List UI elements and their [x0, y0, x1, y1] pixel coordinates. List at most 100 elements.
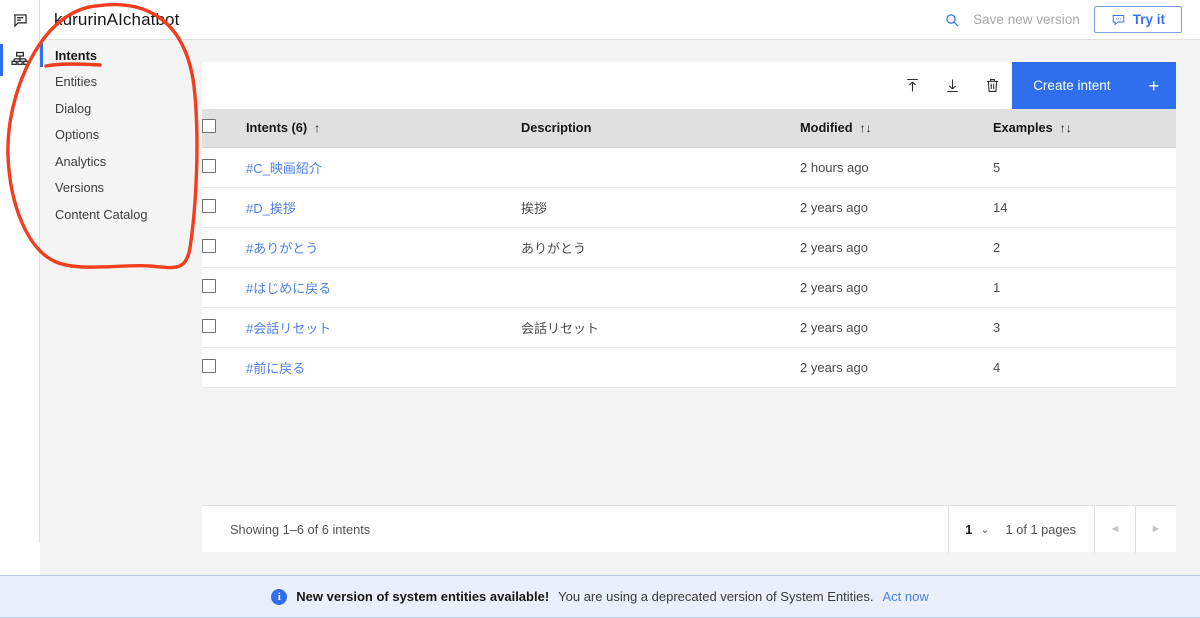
sort-icon-both: ↑↓ — [1059, 120, 1072, 135]
try-it-label: Try it — [1132, 12, 1165, 27]
sidebar-item-dialog[interactable]: Dialog — [40, 95, 185, 122]
rail-item-skill[interactable] — [0, 40, 40, 80]
cell-modified: 2 years ago — [800, 267, 993, 308]
delete-icon[interactable] — [972, 62, 1012, 109]
cell-intent-name[interactable]: #会話リセット — [246, 307, 521, 348]
rail-item-assistant[interactable] — [0, 0, 40, 40]
table-row[interactable]: #C_映画紹介 2 hours ago 5 — [202, 147, 1176, 188]
cell-intent-name[interactable]: #ありがとう — [246, 227, 521, 268]
table-header-row: Intents (6) ↑ Description Modified ↑↓ Ex… — [202, 109, 1176, 148]
cell-intent-name[interactable]: #前に戻る — [246, 347, 521, 388]
pagination-controls: 1 ⌄ 1 of 1 pages ◄ ► — [948, 505, 1176, 553]
row-select-cell[interactable] — [202, 307, 246, 348]
cell-description: ありがとう — [521, 227, 800, 268]
next-page-button[interactable]: ► — [1135, 505, 1176, 553]
top-header-bar: kururinAIchatbot Save new version Try it — [40, 0, 1200, 40]
row-checkbox[interactable] — [202, 158, 216, 173]
download-icon[interactable] — [932, 62, 972, 109]
select-all-checkbox[interactable] — [202, 119, 216, 134]
column-label: Intents (6) — [246, 120, 308, 136]
plus-icon: + — [1148, 75, 1159, 96]
intent-link[interactable]: #D_挨拶 — [246, 201, 296, 216]
page-count-label: 1 of 1 pages — [1005, 521, 1076, 537]
row-select-cell[interactable] — [202, 187, 246, 228]
cell-examples: 5 — [993, 147, 1176, 188]
sidebar-item-label: Entities — [55, 74, 97, 90]
sidebar-item-label: Content Catalog — [55, 206, 148, 222]
sidebar-item-intents[interactable]: Intents — [40, 42, 185, 69]
table-row[interactable]: #前に戻る 2 years ago 4 — [202, 347, 1176, 388]
table-row[interactable]: #会話リセット 会話リセット 2 years ago 3 — [202, 307, 1176, 348]
table-row[interactable]: #はじめに戻る 2 years ago 1 — [202, 267, 1176, 308]
try-it-button[interactable]: Try it — [1093, 6, 1182, 33]
table-row[interactable]: #D_挨拶 挨拶 2 years ago 14 — [202, 187, 1176, 228]
sidebar-item-label: Analytics — [55, 153, 107, 169]
intent-link[interactable]: #会話リセット — [246, 321, 331, 336]
skill-tree-icon — [10, 50, 30, 70]
row-select-cell[interactable] — [202, 347, 246, 388]
act-now-link[interactable]: Act now — [882, 589, 928, 604]
sidebar-item-entities[interactable]: Entities — [40, 69, 185, 96]
table-toolbar: Create intent + — [202, 62, 1176, 109]
cell-examples: 1 — [993, 267, 1176, 308]
page-title: kururinAIchatbot — [54, 9, 180, 29]
assistant-chat-icon — [11, 11, 30, 30]
main-content: Create intent + Intents (6) ↑ Descriptio… — [185, 40, 1200, 575]
row-checkbox[interactable] — [202, 278, 216, 293]
select-all-header[interactable] — [202, 109, 246, 148]
page-size-select[interactable]: 1 ⌄ — [948, 505, 1003, 553]
cell-modified: 2 years ago — [800, 187, 993, 228]
row-checkbox[interactable] — [202, 358, 216, 373]
column-header-description[interactable]: Description — [521, 109, 800, 148]
table-head: Intents (6) ↑ Description Modified ↑↓ Ex… — [202, 109, 1176, 148]
cell-examples: 3 — [993, 307, 1176, 348]
search-icon[interactable] — [939, 12, 965, 28]
left-icon-rail — [0, 0, 40, 575]
sidebar-item-options[interactable]: Options — [40, 122, 185, 149]
table-row[interactable]: #ありがとう ありがとう 2 years ago 2 — [202, 227, 1176, 268]
cell-intent-name[interactable]: #はじめに戻る — [246, 267, 521, 308]
page-size-value: 1 — [965, 521, 973, 537]
save-new-version-button[interactable]: Save new version — [965, 12, 1094, 27]
sidebar-item-label: Dialog — [55, 100, 92, 116]
column-header-examples[interactable]: Examples ↑↓ — [993, 109, 1176, 148]
row-select-cell[interactable] — [202, 147, 246, 188]
intents-table-card: Create intent + Intents (6) ↑ Descriptio… — [202, 62, 1176, 388]
sidebar-item-analytics[interactable]: Analytics — [40, 148, 185, 175]
chevron-down-icon: ⌄ — [980, 523, 990, 536]
column-header-modified[interactable]: Modified ↑↓ — [800, 109, 993, 148]
create-intent-label: Create intent — [1033, 78, 1111, 93]
intent-link[interactable]: #前に戻る — [246, 361, 305, 376]
sort-icon-ascending: ↑ — [314, 120, 321, 135]
application-window: kururinAIchatbot Save new version Try it… — [0, 0, 1200, 618]
row-select-cell[interactable] — [202, 267, 246, 308]
intents-table: Intents (6) ↑ Description Modified ↑↓ Ex… — [202, 109, 1176, 388]
header-actions: Save new version Try it — [939, 0, 1200, 40]
cell-intent-name[interactable]: #C_映画紹介 — [246, 147, 521, 188]
row-checkbox[interactable] — [202, 318, 216, 333]
cell-description: 会話リセット — [521, 307, 800, 348]
column-label: Examples — [993, 120, 1053, 136]
intent-link[interactable]: #はじめに戻る — [246, 281, 331, 296]
upload-icon[interactable] — [892, 62, 932, 109]
notification-title: New version of system entities available… — [296, 589, 550, 604]
row-select-cell[interactable] — [202, 227, 246, 268]
intent-link[interactable]: #C_映画紹介 — [246, 161, 322, 176]
chevron-left-icon: ◄ — [1109, 523, 1121, 535]
row-checkbox[interactable] — [202, 198, 216, 213]
cell-description — [521, 347, 800, 388]
previous-page-button[interactable]: ◄ — [1094, 505, 1135, 553]
showing-count-label: Showing 1–6 of 6 intents — [230, 521, 371, 537]
intent-link[interactable]: #ありがとう — [246, 241, 318, 256]
system-notification-bar: i New version of system entities availab… — [0, 575, 1200, 618]
cell-intent-name[interactable]: #D_挨拶 — [246, 187, 521, 228]
sidebar-navigation: Intents Entities Dialog Options Analytic… — [40, 40, 185, 575]
cell-modified: 2 years ago — [800, 347, 993, 388]
column-header-intents[interactable]: Intents (6) ↑ — [246, 109, 521, 148]
sidebar-item-versions[interactable]: Versions — [40, 175, 185, 202]
row-checkbox[interactable] — [202, 238, 216, 253]
cell-examples: 4 — [993, 347, 1176, 388]
cell-modified: 2 hours ago — [800, 147, 993, 188]
create-intent-button[interactable]: Create intent + — [1012, 62, 1176, 109]
sidebar-item-content-catalog[interactable]: Content Catalog — [40, 201, 185, 228]
